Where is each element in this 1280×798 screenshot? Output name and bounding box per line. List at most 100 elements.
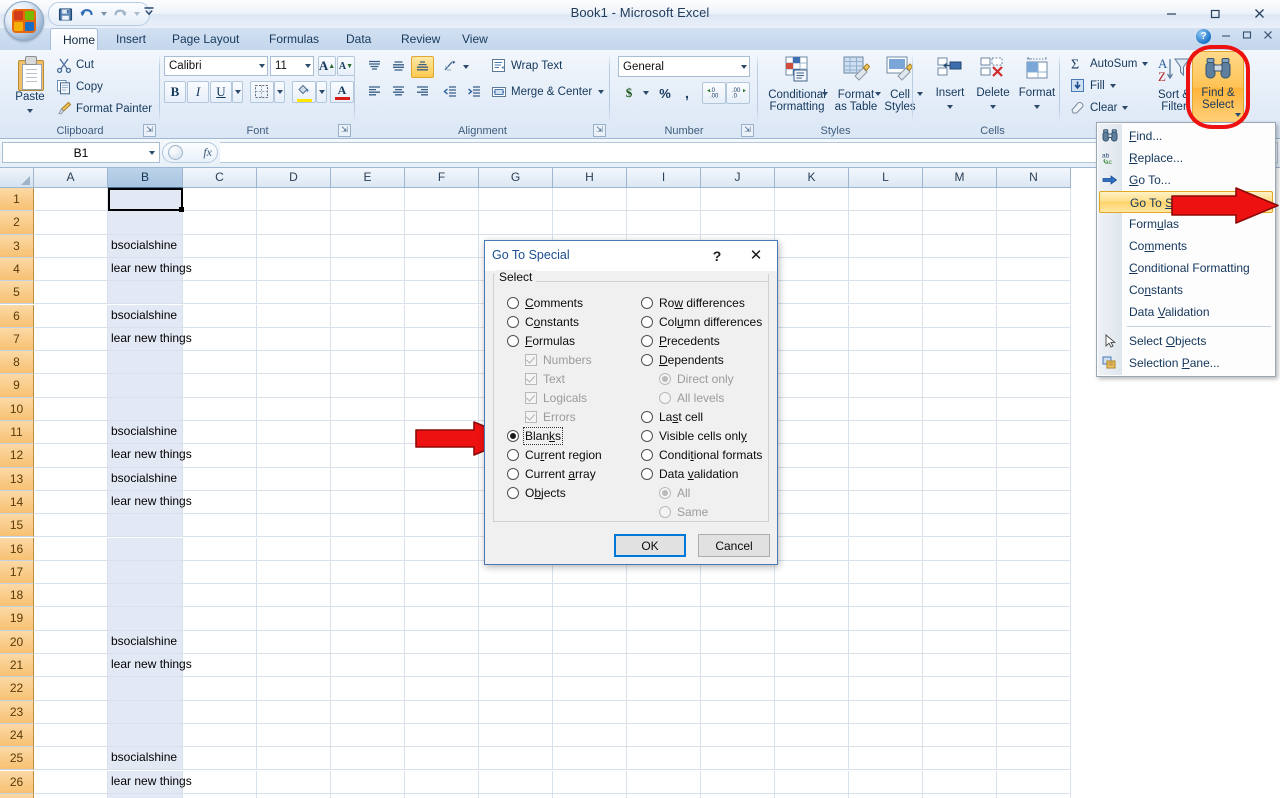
- cell-N20[interactable]: [997, 630, 1071, 654]
- radio-comments[interactable]: Comments: [507, 296, 583, 310]
- cell-A24[interactable]: [34, 723, 108, 748]
- cell-K11[interactable]: [775, 421, 849, 445]
- comma-style-button[interactable]: ,: [677, 82, 697, 104]
- menu-item-find[interactable]: Find...: [1097, 125, 1275, 147]
- radio-column-differences[interactable]: Column differences: [641, 315, 762, 329]
- cell-G27[interactable]: [479, 793, 553, 798]
- find-select-button[interactable]: Find & Select: [1192, 51, 1244, 123]
- cell-B15[interactable]: [108, 514, 183, 538]
- radio-last-cell[interactable]: Last cell: [641, 410, 703, 424]
- cell-E13[interactable]: [331, 467, 405, 491]
- cell-J2[interactable]: [701, 211, 775, 235]
- cell-J22[interactable]: [701, 677, 775, 701]
- align-middle-button[interactable]: [387, 56, 410, 78]
- cell-E16[interactable]: [331, 537, 405, 561]
- cell-C2[interactable]: [183, 211, 257, 235]
- radio-objects[interactable]: Objects: [507, 486, 566, 500]
- insert-function-icon[interactable]: fx: [203, 145, 212, 160]
- cell-D14[interactable]: [257, 490, 331, 515]
- cell-M11[interactable]: [923, 421, 997, 445]
- column-header-A[interactable]: A: [34, 168, 108, 188]
- number-dialog-launcher[interactable]: ⇲: [741, 124, 754, 137]
- decrease-font-size-button[interactable]: A ▼: [337, 56, 355, 76]
- cell-G2[interactable]: [479, 211, 553, 235]
- cell-M18[interactable]: [923, 584, 997, 608]
- office-button[interactable]: [4, 1, 44, 41]
- tab-page-layout[interactable]: Page Layout: [160, 28, 251, 50]
- decrease-decimal-button[interactable]: .00.0: [726, 82, 750, 104]
- row-header-15[interactable]: 15: [0, 514, 34, 538]
- currency-dropdown-button[interactable]: [640, 82, 651, 104]
- cell-C15[interactable]: [183, 514, 257, 538]
- cell-I2[interactable]: [627, 211, 701, 235]
- cell-N2[interactable]: [997, 211, 1071, 235]
- menu-item-formulas[interactable]: Formulas: [1097, 213, 1275, 235]
- cell-B27[interactable]: [108, 793, 183, 798]
- cell-B18[interactable]: [108, 584, 183, 608]
- cell-F4[interactable]: [405, 257, 479, 282]
- radio-visible-cells-only[interactable]: Visible cells only: [641, 429, 747, 443]
- dialog-close-button[interactable]: ✕: [741, 246, 771, 266]
- cell-L12[interactable]: [849, 444, 923, 468]
- cell-A11[interactable]: [34, 421, 108, 445]
- font-color-button[interactable]: A: [330, 81, 354, 103]
- cell-C19[interactable]: [183, 607, 257, 631]
- cell-J27[interactable]: [701, 793, 775, 798]
- cell-E10[interactable]: [331, 397, 405, 421]
- cell-F14[interactable]: [405, 490, 479, 515]
- cell-C24[interactable]: [183, 723, 257, 748]
- cell-F10[interactable]: [405, 397, 479, 421]
- row-header-23[interactable]: 23: [0, 700, 34, 724]
- font-dialog-launcher[interactable]: ⇲: [338, 124, 351, 137]
- column-header-C[interactable]: C: [183, 168, 257, 188]
- cell-L25[interactable]: [849, 747, 923, 771]
- cell-D24[interactable]: [257, 723, 331, 748]
- cell-E12[interactable]: [331, 444, 405, 468]
- cell-F15[interactable]: [405, 514, 479, 538]
- menu-item-select-objects[interactable]: Select Objects: [1097, 330, 1275, 352]
- cell-M2[interactable]: [923, 211, 997, 235]
- dialog-help-button[interactable]: ?: [704, 246, 730, 266]
- column-header-F[interactable]: F: [405, 168, 479, 188]
- cell-K6[interactable]: [775, 304, 849, 328]
- cell-L22[interactable]: [849, 677, 923, 701]
- orientation-button[interactable]: [439, 56, 462, 78]
- cell-N26[interactable]: [997, 770, 1071, 794]
- cell-M7[interactable]: [923, 327, 997, 352]
- cell-D2[interactable]: [257, 211, 331, 235]
- cell-C9[interactable]: [183, 374, 257, 398]
- cell-A10[interactable]: [34, 397, 108, 421]
- row-header-26[interactable]: 26: [0, 770, 34, 794]
- align-bottom-button[interactable]: [411, 56, 434, 78]
- cell-L11[interactable]: [849, 421, 923, 445]
- cell-E4[interactable]: [331, 257, 405, 282]
- cell-H25[interactable]: [553, 747, 627, 771]
- cell-J1[interactable]: [701, 188, 775, 212]
- cell-G1[interactable]: [479, 188, 553, 212]
- cell-B23[interactable]: [108, 700, 183, 724]
- cell-K27[interactable]: [775, 793, 849, 798]
- cell-E6[interactable]: [331, 304, 405, 328]
- cell-L2[interactable]: [849, 211, 923, 235]
- row-header-17[interactable]: 17: [0, 560, 34, 585]
- cell-A15[interactable]: [34, 514, 108, 538]
- cell-M15[interactable]: [923, 514, 997, 538]
- row-header-10[interactable]: 10: [0, 397, 34, 421]
- delete-cells-button[interactable]: Delete: [971, 54, 1015, 112]
- cell-F3[interactable]: [405, 234, 479, 258]
- cell-C16[interactable]: [183, 537, 257, 561]
- format-painter-button[interactable]: Format Painter: [56, 101, 152, 117]
- cell-M5[interactable]: [923, 281, 997, 305]
- cell-L21[interactable]: [849, 654, 923, 678]
- cell-K22[interactable]: [775, 677, 849, 701]
- cell-G22[interactable]: [479, 677, 553, 701]
- ribbon-close-icon[interactable]: [1262, 29, 1274, 44]
- cell-L8[interactable]: [849, 351, 923, 375]
- tab-insert[interactable]: Insert: [104, 28, 158, 50]
- cell-E19[interactable]: [331, 607, 405, 631]
- cell-D26[interactable]: [257, 770, 331, 794]
- underline-button[interactable]: U: [210, 81, 232, 103]
- cell-L1[interactable]: [849, 188, 923, 212]
- cell-F11[interactable]: [405, 421, 479, 445]
- cell-J26[interactable]: [701, 770, 775, 794]
